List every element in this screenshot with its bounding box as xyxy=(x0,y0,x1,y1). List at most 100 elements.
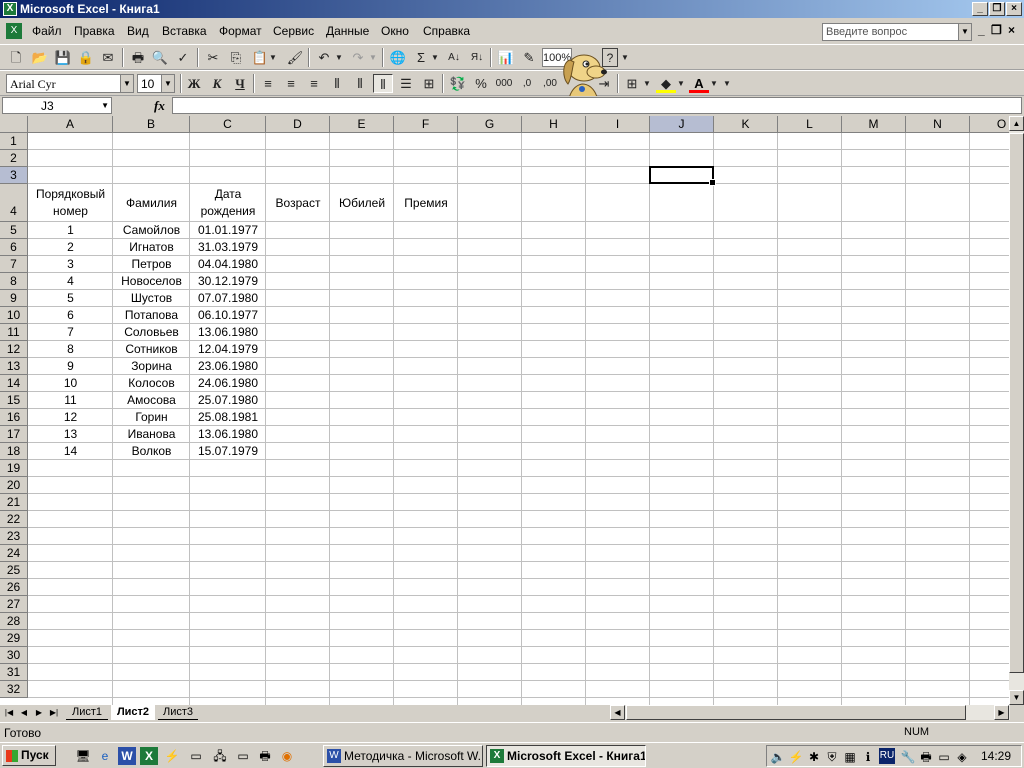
column-header-e[interactable]: E xyxy=(330,116,394,133)
row-header-13[interactable]: 13 xyxy=(0,358,28,375)
data-cell[interactable]: 4 xyxy=(28,273,113,290)
doc-close-button[interactable]: × xyxy=(1008,23,1015,37)
row-header-12[interactable]: 12 xyxy=(0,341,28,358)
menu-help[interactable]: Справка xyxy=(423,24,470,38)
drive2-icon[interactable]: ▭ xyxy=(234,747,252,765)
row-header-22[interactable]: 22 xyxy=(0,511,28,528)
start-button[interactable]: Пуск xyxy=(2,745,56,766)
cut-icon[interactable]: ✂ xyxy=(203,48,223,67)
data-cell[interactable]: 15.07.1979 xyxy=(190,443,266,460)
data-cell[interactable]: 13 xyxy=(28,426,113,443)
data-cell[interactable]: 12 xyxy=(28,409,113,426)
data-cell[interactable]: 01.01.1977 xyxy=(190,222,266,239)
toolbar-options-icon[interactable]: ▼ xyxy=(722,74,732,93)
font-size-combo[interactable]: 10 ▼ xyxy=(137,74,175,93)
percent-button[interactable]: % xyxy=(471,74,491,93)
formula-input[interactable] xyxy=(172,97,1022,114)
data-cell[interactable]: 24.06.1980 xyxy=(190,375,266,392)
data-cell[interactable]: 23.06.1980 xyxy=(190,358,266,375)
data-cell[interactable]: 5 xyxy=(28,290,113,307)
data-cell[interactable]: Соловьев xyxy=(113,324,190,341)
data-cell[interactable]: Игнатов xyxy=(113,239,190,256)
sheet-tab-1[interactable]: Лист1 xyxy=(66,705,108,720)
row-header-26[interactable]: 26 xyxy=(0,579,28,596)
data-cell[interactable]: 13.06.1980 xyxy=(190,324,266,341)
data-cell[interactable]: 1 xyxy=(28,222,113,239)
ask-question-input[interactable]: Введите вопрос xyxy=(822,23,972,41)
row-header-18[interactable]: 18 xyxy=(0,443,28,460)
media-icon[interactable]: ◉ xyxy=(278,747,296,765)
header-cell[interactable]: Возраст xyxy=(266,184,330,222)
thousands-button[interactable]: 000 xyxy=(494,74,514,93)
redo-dropdown-icon[interactable]: ▼ xyxy=(368,48,378,67)
align-left-icon[interactable]: ≡ xyxy=(258,74,278,93)
format-painter-icon[interactable]: 🖌 xyxy=(285,48,305,67)
sheet-tab-3[interactable]: Лист3 xyxy=(158,705,198,720)
column-header-b[interactable]: B xyxy=(113,116,190,133)
scroll-right-icon[interactable]: ▶ xyxy=(994,705,1009,720)
column-header-l[interactable]: L xyxy=(778,116,842,133)
copy-icon[interactable]: ⎘ xyxy=(226,48,246,67)
column-header-o[interactable]: O xyxy=(970,116,1010,133)
permission-icon[interactable]: 🔒 xyxy=(76,48,96,67)
first-sheet-icon[interactable]: |◀ xyxy=(3,706,15,720)
show-desktop-icon[interactable]: 🖥 xyxy=(74,747,92,765)
ask-dropdown-icon[interactable]: ▼ xyxy=(958,24,971,40)
data-cell[interactable]: 25.08.1981 xyxy=(190,409,266,426)
row-header-23[interactable]: 23 xyxy=(0,528,28,545)
justify-icon[interactable]: ⦀ xyxy=(327,74,347,93)
data-cell[interactable]: 25.07.1980 xyxy=(190,392,266,409)
spelling-icon[interactable]: ✓ xyxy=(173,48,193,67)
redo-icon[interactable]: ↷ xyxy=(348,48,368,67)
column-header-j[interactable]: J xyxy=(650,116,714,133)
row-header-29[interactable]: 29 xyxy=(0,630,28,647)
menu-edit[interactable]: Правка xyxy=(74,24,115,38)
data-cell[interactable]: Петров xyxy=(113,256,190,273)
row-header-16[interactable]: 16 xyxy=(0,409,28,426)
row-header-9[interactable]: 9 xyxy=(0,290,28,307)
data-cell[interactable]: Сотников xyxy=(113,341,190,358)
header-cell[interactable]: Порядковый номер xyxy=(28,184,113,222)
undo-icon[interactable]: ↶ xyxy=(314,48,334,67)
data-cell[interactable]: 2 xyxy=(28,239,113,256)
row-header-6[interactable]: 6 xyxy=(0,239,28,256)
doc-restore-button[interactable]: ❐ xyxy=(991,23,1002,37)
font-color-icon[interactable]: A xyxy=(689,74,709,93)
row-header-7[interactable]: 7 xyxy=(0,256,28,273)
row-header-31[interactable]: 31 xyxy=(0,664,28,681)
borders-icon[interactable]: ⊞ xyxy=(622,74,642,93)
row-header-30[interactable]: 30 xyxy=(0,647,28,664)
quicklaunch-icon[interactable]: ⚡ xyxy=(163,747,181,765)
menu-data[interactable]: Данные xyxy=(326,24,369,38)
drawing-icon[interactable]: ✎ xyxy=(519,48,539,67)
tray-monitor-icon[interactable]: ▭ xyxy=(935,748,953,766)
column-header-i[interactable]: I xyxy=(586,116,650,133)
data-cell[interactable]: 11 xyxy=(28,392,113,409)
chevron-down-icon[interactable]: ▼ xyxy=(101,98,109,113)
doc-minimize-button[interactable]: _ xyxy=(978,23,985,37)
taskbar-item-word[interactable]: W Методичка - Microsoft W... xyxy=(323,745,483,767)
printer-icon[interactable]: 🖶 xyxy=(256,747,274,765)
column-header-c[interactable]: C xyxy=(190,116,266,133)
data-cell[interactable]: 30.12.1979 xyxy=(190,273,266,290)
vertical-justify-icon[interactable]: ⦀ xyxy=(373,74,393,93)
data-cell[interactable]: 7 xyxy=(28,324,113,341)
chart-wizard-icon[interactable]: 📊 xyxy=(496,48,516,67)
autosum-dropdown-icon[interactable]: ▼ xyxy=(430,48,440,67)
scroll-up-icon[interactable]: ▲ xyxy=(1009,116,1024,131)
column-header-n[interactable]: N xyxy=(906,116,970,133)
data-cell[interactable]: Шустов xyxy=(113,290,190,307)
print-icon[interactable]: 🖶 xyxy=(128,48,148,67)
undo-dropdown-icon[interactable]: ▼ xyxy=(334,48,344,67)
tray-bug-icon[interactable]: ✱ xyxy=(805,748,823,766)
menu-file[interactable]: Файл xyxy=(32,24,62,38)
row-header-8[interactable]: 8 xyxy=(0,273,28,290)
row-header-17[interactable]: 17 xyxy=(0,426,28,443)
tray-app-icon[interactable]: ⚡ xyxy=(787,748,805,766)
data-cell[interactable]: 13.06.1980 xyxy=(190,426,266,443)
data-cell[interactable]: 07.07.1980 xyxy=(190,290,266,307)
data-cell[interactable]: Самойлов xyxy=(113,222,190,239)
last-sheet-icon[interactable]: ▶| xyxy=(48,706,60,720)
scroll-down-icon[interactable]: ▼ xyxy=(1009,690,1024,705)
header-cell[interactable]: Фамилия xyxy=(113,184,190,222)
